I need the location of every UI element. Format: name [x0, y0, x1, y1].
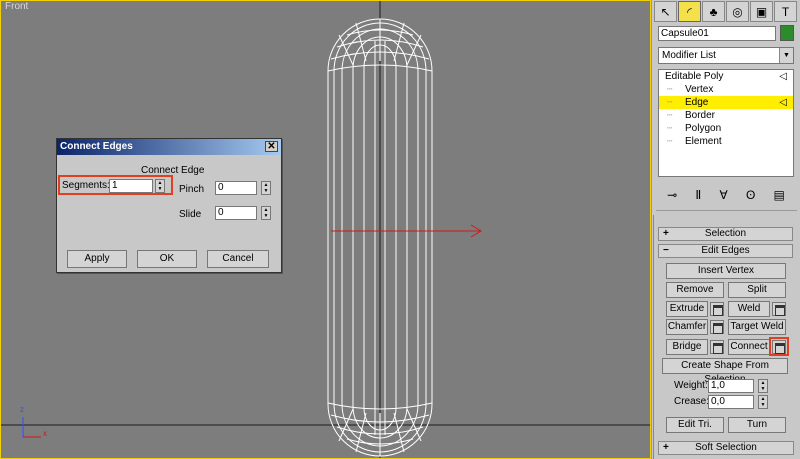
dialog-title: Connect Edges — [60, 141, 133, 152]
segments-label: Segments: — [62, 180, 110, 191]
create-shape-button[interactable]: Create Shape From Selection — [662, 358, 788, 385]
stack-item-element[interactable]: ┄ Element — [659, 135, 793, 148]
modifier-list-label: Modifier List — [662, 50, 716, 61]
stack-item-label: Element — [685, 136, 722, 147]
weight-spinner[interactable]: ▲ ▼ — [758, 379, 768, 393]
slide-label: Slide — [179, 209, 202, 220]
ok-button[interactable]: OK — [137, 250, 197, 268]
rollouts-panel: + Selection − Edit Edges Insert Vertex R… — [653, 215, 797, 459]
crease-spinner[interactable]: ▲ ▼ — [758, 395, 768, 409]
stack-item-label: Polygon — [685, 123, 722, 134]
stack-item-label: Vertex — [685, 84, 714, 95]
pinch-spinner[interactable]: ▲ ▼ — [261, 181, 271, 195]
edit-edges-rollout-header[interactable]: − Edit Edges — [658, 244, 793, 258]
extrude-settings-icon[interactable] — [710, 302, 724, 316]
weld-settings-icon[interactable] — [772, 302, 786, 316]
stack-item-label: Border — [685, 110, 716, 121]
pinch-label: Pinch — [179, 184, 205, 195]
x-axis-label: x — [43, 429, 47, 438]
stack-tools: ⊸ Ⅱ ∀ ʘ ▤ — [658, 186, 794, 204]
extrude-button[interactable]: Extrude — [666, 301, 708, 317]
segments-input[interactable]: 1 — [109, 179, 153, 193]
make-unique-icon[interactable]: ∀ — [720, 188, 728, 202]
pin-icon: ◁ — [779, 97, 787, 108]
stack-item-polygon[interactable]: ┄ Polygon — [659, 122, 793, 135]
insert-vertex-button[interactable]: Insert Vertex — [666, 263, 786, 279]
chevron-down-icon[interactable]: ▼ — [779, 48, 793, 63]
modifier-list-dropdown[interactable]: Modifier List ▼ — [658, 47, 794, 64]
bridge-button[interactable]: Bridge — [666, 339, 708, 355]
hierarchy-tab-icon[interactable]: ♣ — [702, 1, 725, 22]
pin-icon: ◁ — [779, 71, 787, 82]
display-tab-icon[interactable]: ▣ — [750, 1, 773, 22]
object-color-swatch[interactable] — [780, 25, 794, 41]
slide-spinner[interactable]: ▲ ▼ — [261, 206, 271, 220]
connect-edges-dialog: Connect Edges ✕ Connect Edge Segments: 1… — [56, 138, 282, 273]
remove-modifier-icon[interactable]: ʘ — [746, 188, 755, 202]
split-button[interactable]: Split — [728, 282, 786, 298]
selection-rollout-header[interactable]: + Selection — [658, 227, 793, 241]
stack-item-editable-poly[interactable]: Editable Poly ◁ — [659, 70, 793, 83]
weight-label: Weight: — [674, 380, 708, 391]
connect-settings-highlight — [769, 337, 789, 356]
target-weld-button[interactable]: Target Weld — [728, 319, 786, 335]
utilities-tab-icon[interactable]: T — [774, 1, 797, 22]
soft-selection-rollout-header[interactable]: + Soft Selection — [658, 441, 794, 455]
slide-input[interactable]: 0 — [215, 206, 257, 220]
segments-spinner[interactable]: ▲ ▼ — [155, 179, 165, 193]
modify-tab-icon[interactable]: ◜ — [678, 1, 701, 22]
weld-button[interactable]: Weld — [728, 301, 770, 317]
crease-label: Crease: — [674, 396, 710, 407]
bridge-settings-icon[interactable] — [710, 340, 724, 354]
create-tab-icon[interactable]: ↖ — [654, 1, 677, 22]
z-axis-label: z — [20, 405, 24, 414]
stack-item-label: Edge — [685, 97, 709, 108]
motion-tab-icon[interactable]: ◎ — [726, 1, 749, 22]
dialog-title-bar[interactable]: Connect Edges ✕ — [57, 139, 281, 155]
stack-item-label: Editable Poly — [665, 71, 724, 82]
weight-input[interactable]: 1,0 — [708, 379, 754, 393]
turn-button[interactable]: Turn — [728, 417, 786, 433]
modifier-stack: Editable Poly ◁ ┄ Vertex ┄ Edge ◁ ┄ Bord… — [658, 69, 794, 177]
configure-modifier-sets-icon[interactable]: ▤ — [774, 188, 785, 202]
remove-button[interactable]: Remove — [666, 282, 724, 298]
command-panel-tabs: ↖ ◜ ♣ ◎ ▣ T — [654, 1, 798, 23]
crease-input[interactable]: 0,0 — [708, 395, 754, 409]
chamfer-button[interactable]: Chamfer — [666, 319, 708, 335]
pin-stack-icon[interactable]: ⊸ — [667, 188, 677, 202]
chamfer-settings-icon[interactable] — [710, 320, 724, 334]
cancel-button[interactable]: Cancel — [207, 250, 269, 268]
stack-item-edge[interactable]: ┄ Edge ◁ — [659, 96, 793, 109]
stack-item-border[interactable]: ┄ Border — [659, 109, 793, 122]
stack-item-vertex[interactable]: ┄ Vertex — [659, 83, 793, 96]
apply-button[interactable]: Apply — [67, 250, 127, 268]
object-name-field[interactable]: Capsule01 — [658, 26, 776, 41]
connect-button[interactable]: Connect — [728, 339, 770, 355]
pinch-input[interactable]: 0 — [215, 181, 257, 195]
close-icon[interactable]: ✕ — [265, 141, 278, 152]
edit-tri-button[interactable]: Edit Tri. — [666, 417, 724, 433]
show-end-result-icon[interactable]: Ⅱ — [695, 188, 701, 202]
